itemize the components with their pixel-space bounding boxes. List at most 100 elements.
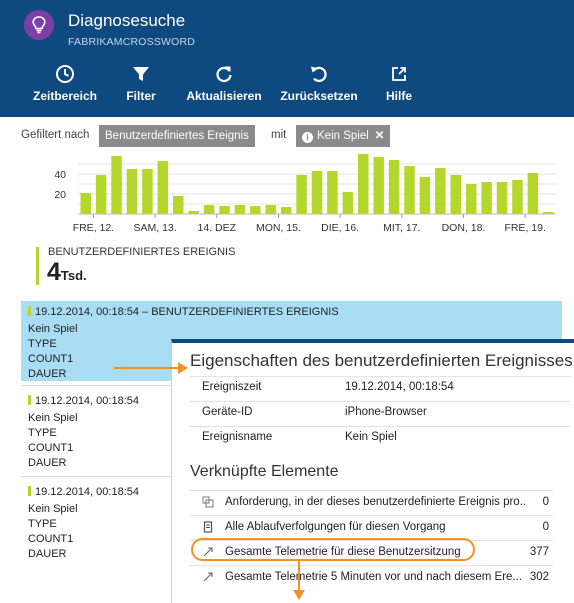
- clock-icon: [56, 65, 74, 83]
- property-value: iPhone-Browser: [345, 406, 427, 418]
- event-field: TYPE: [28, 427, 57, 439]
- event-field: TYPE: [28, 338, 57, 350]
- event-name: Kein Spiel: [28, 412, 78, 424]
- event-marker: [28, 395, 31, 405]
- event-list-item[interactable]: 19.12.2014, 00:18:54 Kein Spiel TYPE COU…: [21, 481, 171, 561]
- chart-x-tick-label: SAM, 13.: [134, 222, 177, 234]
- app-title: Diagnosesuche: [68, 11, 186, 30]
- chart-bar: [373, 157, 384, 214]
- property-row: Ereigniszeit 19.12.2014, 00:18:54: [190, 376, 570, 398]
- event-marker: [28, 486, 31, 496]
- chart-bar: [95, 175, 107, 214]
- annotation-arrow-right: [114, 362, 188, 374]
- event-name: Kein Spiel: [28, 323, 78, 335]
- metric-number: 4: [47, 258, 61, 286]
- metric-value: 4Tsd.: [47, 258, 87, 287]
- property-key: Geräte-ID: [202, 406, 253, 418]
- chart-bar: [435, 168, 446, 214]
- event-date-text: 19.12.2014, 00:18:54: [35, 486, 139, 498]
- property-row: Geräte-ID iPhone-Browser: [190, 401, 570, 423]
- undo-icon: [311, 66, 327, 82]
- related-item-count: 302: [529, 571, 549, 583]
- filter-type-chip[interactable]: Benutzerdefiniertes Ereignis: [99, 125, 255, 147]
- chart-bar: [311, 171, 323, 214]
- related-item-request[interactable]: Anforderung, in der dieses benutzerdefin…: [190, 490, 553, 513]
- filter-prefix: Gefiltert nach: [21, 129, 90, 141]
- event-field: COUNT1: [28, 533, 74, 545]
- lightbulb-icon: [24, 10, 54, 40]
- chart-x-tick-label: DIE, 16.: [321, 222, 359, 234]
- event-date: 19.12.2014, 00:18:54: [28, 486, 139, 498]
- annotation-arrow-down: [293, 560, 305, 600]
- chart-bar: [358, 154, 369, 214]
- chart-bar: [527, 173, 539, 214]
- chart-bar: [327, 171, 338, 214]
- list-divider: [21, 476, 171, 477]
- help-label: Hilfe: [385, 89, 412, 103]
- document-icon: [202, 521, 214, 533]
- panel-title: Eigenschaften des benutzerdefinierten Er…: [190, 351, 573, 370]
- property-key: Ereigniszeit: [202, 381, 262, 393]
- reset-button[interactable]: Zurücksetzen: [274, 64, 364, 103]
- request-icon: [202, 496, 214, 508]
- list-divider: [21, 385, 171, 386]
- chart-y-tick-label: 40: [54, 169, 66, 181]
- app-subtitle: FABRIKAMCROSSWORD: [68, 36, 196, 48]
- filter-button[interactable]: Filter: [96, 64, 186, 103]
- related-item-count: 0: [542, 521, 549, 533]
- chart-bar: [111, 156, 122, 214]
- chart-bar: [172, 196, 184, 214]
- event-name: Kein Spiel: [28, 503, 78, 515]
- chart-bar: [465, 184, 477, 214]
- metric-unit: Tsd.: [60, 268, 87, 283]
- related-item-label: Anforderung, in der dieses benutzerdefin…: [225, 496, 525, 508]
- related-items-title: Verknüpfte Elemente: [190, 463, 339, 480]
- remove-filter-icon[interactable]: ✕: [375, 130, 385, 142]
- chart-y-tick-label: 20: [54, 189, 66, 201]
- related-item-count: 0: [542, 496, 549, 508]
- chart-x-tick-label: DON, 18.: [442, 222, 486, 234]
- filter-icon: [133, 67, 149, 81]
- chart-bar: [543, 212, 554, 214]
- event-list-item[interactable]: 19.12.2014, 00:18:54 Kein Spiel TYPE COU…: [21, 390, 171, 470]
- event-histogram-chart: 40 20 FRE, 12. SAM, 13. 14. DEZ MON, 15. DIE, …: [54, 154, 556, 234]
- chart-bar: [296, 175, 307, 214]
- chart-bar: [219, 206, 230, 214]
- chart-bar: [496, 182, 508, 214]
- metric-label: BENUTZERDEFINIERTES EREIGNIS: [48, 246, 236, 258]
- filter-value-label: Kein Spiel: [317, 130, 369, 142]
- related-item-label: Alle Ablaufverfolgungen für diesen Vorga…: [225, 521, 446, 533]
- refresh-label: Aktualisieren: [186, 89, 262, 103]
- related-item-window-telemetry[interactable]: Gesamte Telemetrie 5 Minuten vor und nac…: [190, 565, 553, 588]
- filter-type-label: Benutzerdefiniertes Ereignis: [105, 130, 249, 142]
- metric-accent-bar: [36, 247, 39, 285]
- chart-bar: [342, 192, 354, 214]
- event-date: 19.12.2014, 00:18:54: [28, 395, 139, 407]
- related-item-traces[interactable]: Alle Ablaufverfolgungen für diesen Vorga…: [190, 515, 553, 538]
- chart-bar: [188, 211, 199, 214]
- chart-bar: [203, 205, 215, 214]
- related-item-count: 377: [529, 546, 549, 558]
- telemetry-icon: [202, 571, 214, 583]
- event-field: DAUER: [28, 457, 67, 469]
- chart-x-tick-label: 14. DEZ: [198, 222, 237, 234]
- refresh-button[interactable]: Aktualisieren: [179, 64, 269, 103]
- property-row: Ereignisname Kein Spiel: [190, 426, 570, 448]
- chart-x-tick-label: MON, 15.: [256, 222, 301, 234]
- chart-bar: [142, 169, 153, 214]
- chart-bar: [157, 161, 169, 214]
- event-field: COUNT1: [28, 353, 74, 365]
- chart-x-tick-label: FRE, 12.: [73, 222, 114, 234]
- chart-bar: [404, 166, 415, 214]
- chart-bar: [250, 206, 261, 214]
- chart-bar: [280, 207, 292, 214]
- filter-value-chip[interactable]: i Kein Spiel ✕: [296, 125, 391, 147]
- info-icon: i: [302, 132, 313, 143]
- help-button[interactable]: Hilfe: [354, 64, 444, 103]
- chart-bar: [234, 205, 246, 214]
- property-key: Ereignisname: [202, 431, 273, 443]
- event-date: 19.12.2014, 00:18:54 – BENUTZERDEFINIERT…: [28, 306, 339, 318]
- chart-x-tick-label: MIT, 17.: [383, 222, 420, 234]
- chart-bar: [80, 193, 91, 214]
- event-field: DAUER: [28, 368, 67, 380]
